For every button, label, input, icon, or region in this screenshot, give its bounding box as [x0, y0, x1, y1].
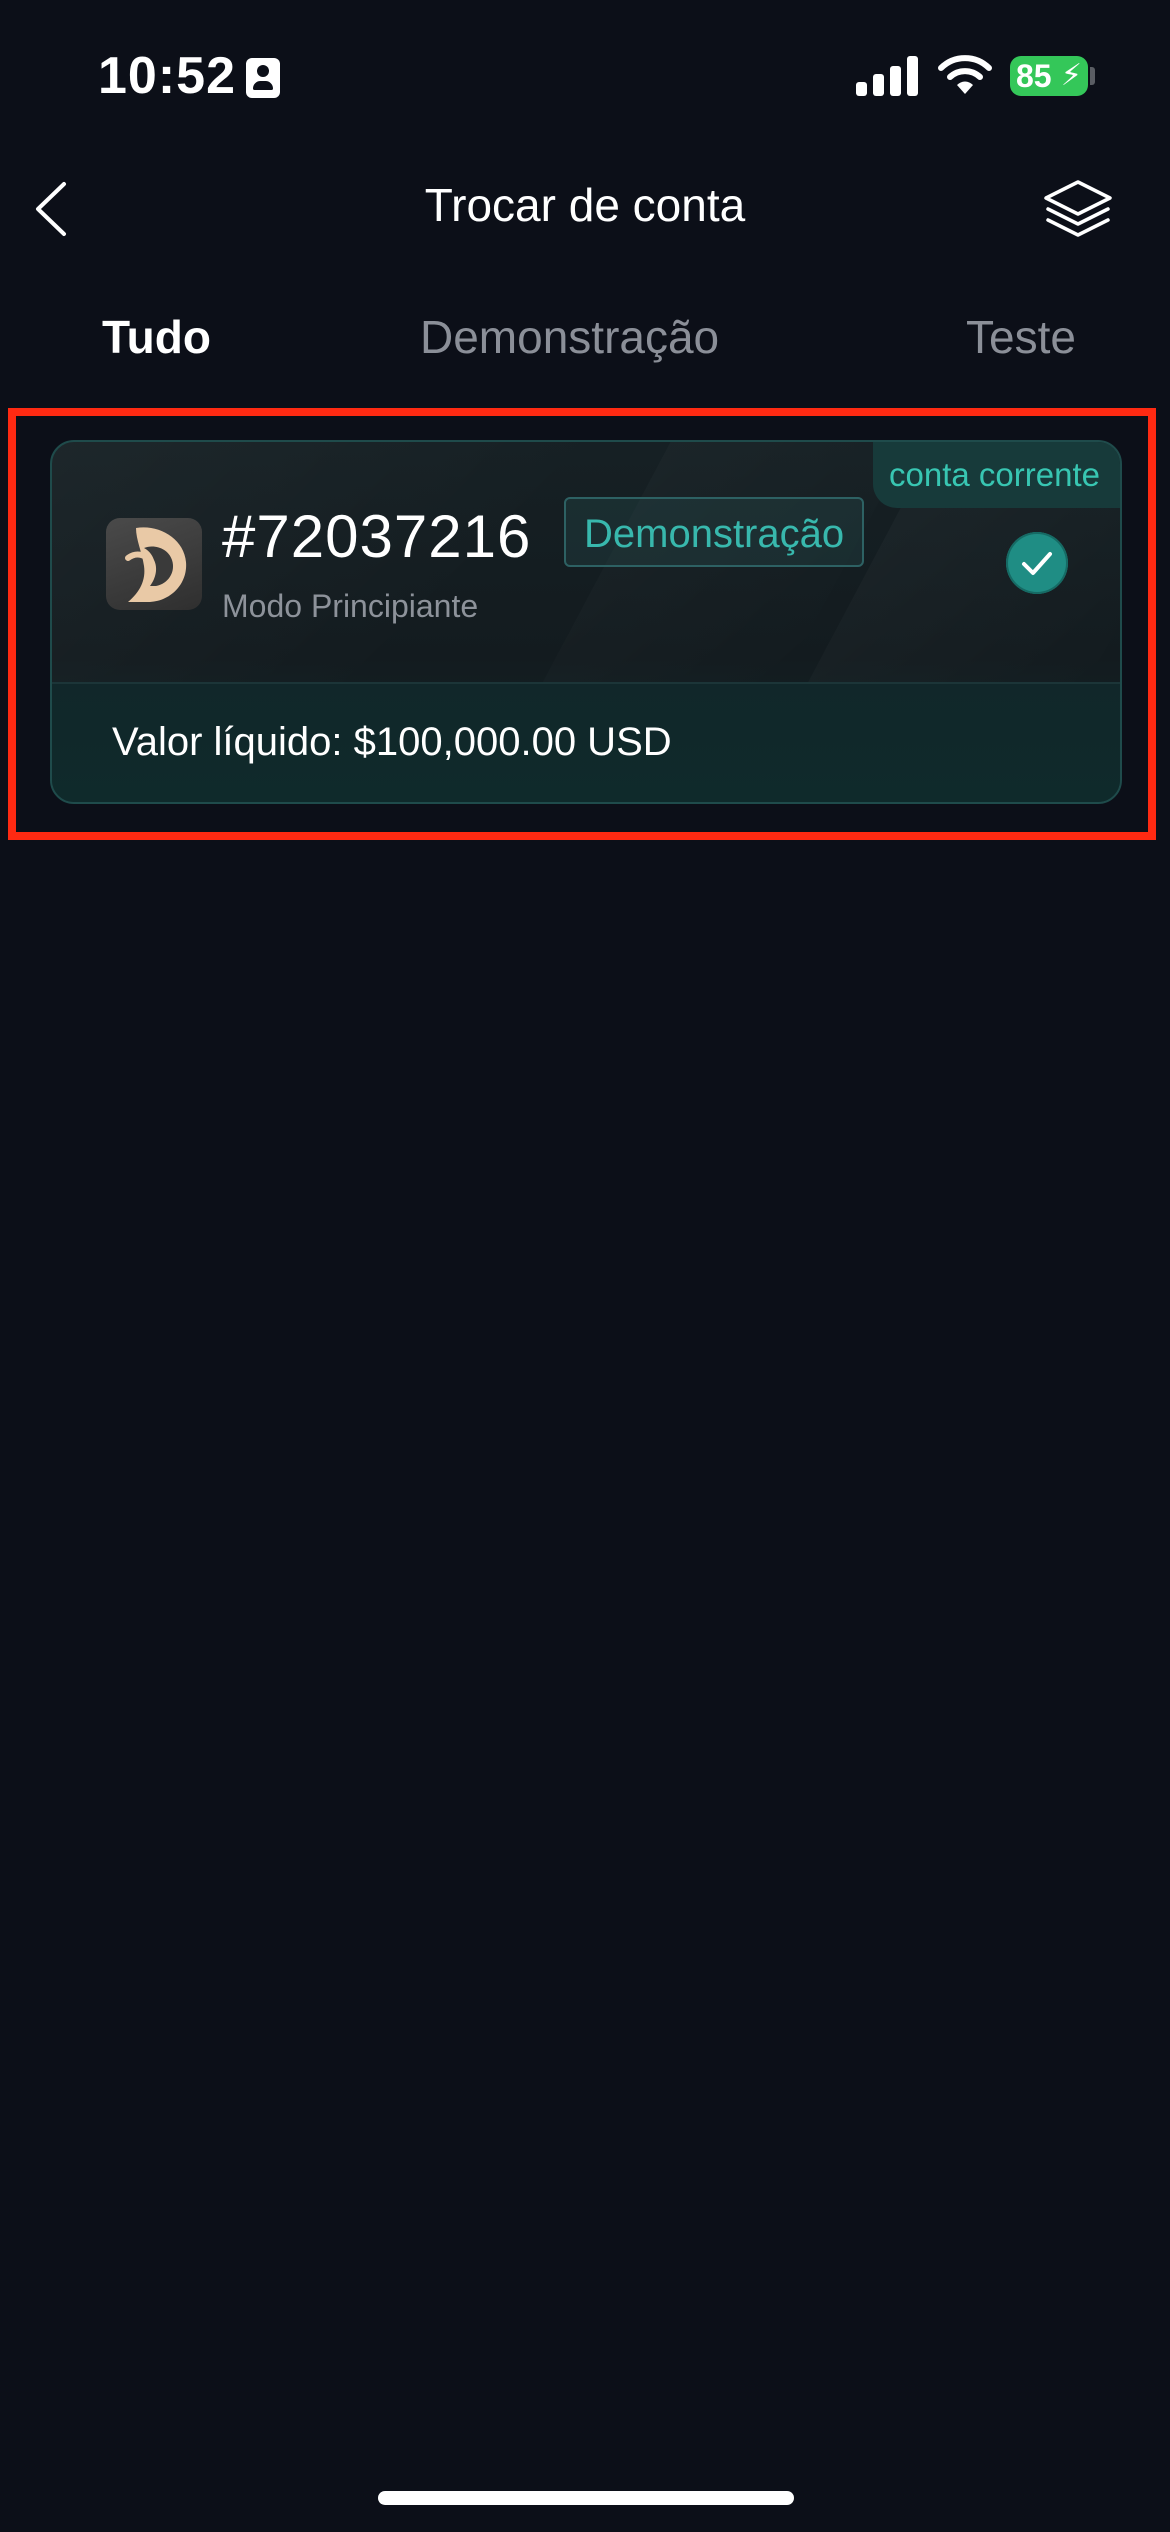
- layers-button[interactable]: [1040, 176, 1116, 242]
- layers-icon: [1044, 180, 1112, 237]
- account-number: #72037216: [222, 503, 532, 570]
- battery-icon: 85 ⚡: [1010, 56, 1088, 96]
- wifi-icon: [938, 55, 992, 94]
- status-bar: 10:52 85 ⚡: [0, 0, 1170, 150]
- charging-bolt-icon: ⚡: [1060, 59, 1082, 92]
- tab-demo[interactable]: Demonstração: [420, 310, 719, 364]
- account-type-tag: Demonstração: [564, 497, 865, 567]
- tab-all[interactable]: Tudo: [102, 310, 211, 364]
- header: Trocar de conta: [0, 150, 1170, 270]
- account-filter-tabs: Tudo Demonstração Teste: [0, 300, 1170, 390]
- battery-cap: [1090, 67, 1095, 85]
- net-value: Valor líquido: $100,000.00 USD: [112, 720, 672, 764]
- signal-icon: [856, 56, 918, 96]
- id-badge-icon: [246, 58, 280, 98]
- page-title: Trocar de conta: [424, 179, 746, 231]
- account-card[interactable]: conta corrente #72037216 Demonstração Mo…: [50, 440, 1122, 804]
- card-divider: [52, 682, 1120, 684]
- tab-test[interactable]: Teste: [966, 310, 1076, 364]
- status-time: 10:52: [98, 47, 236, 105]
- home-indicator[interactable]: [378, 2491, 794, 2505]
- current-account-badge: conta corrente: [873, 442, 1120, 508]
- checkmark-circle-icon: [1006, 532, 1068, 594]
- brand-logo-icon: [106, 518, 202, 610]
- account-mode: Modo Principiante: [222, 588, 479, 624]
- battery-level: 85: [1016, 58, 1052, 94]
